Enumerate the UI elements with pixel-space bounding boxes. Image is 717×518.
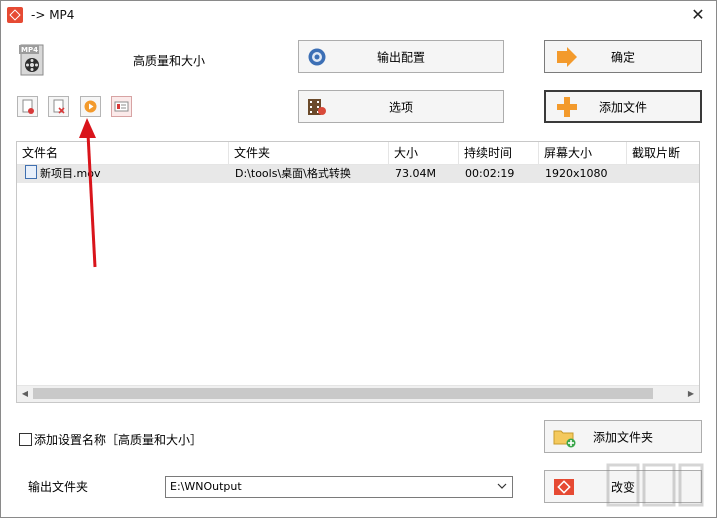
window-title: -> MP4 bbox=[31, 8, 75, 22]
ok-label: 确定 bbox=[610, 50, 635, 64]
chevron-down-icon bbox=[497, 483, 507, 489]
list-header: 文件名 文件夹 大小 持续时间 屏幕大小 截取片断 bbox=[17, 142, 699, 165]
cell-screen-size: 1920x1080 bbox=[545, 167, 608, 180]
app-logo-icon bbox=[7, 7, 23, 23]
clear-list-button[interactable] bbox=[48, 96, 69, 117]
add-file-button[interactable]: 添加文件 bbox=[544, 90, 702, 123]
add-folder-button[interactable]: 添加文件夹 bbox=[544, 420, 702, 453]
watermark-logo-icon bbox=[606, 463, 704, 507]
svg-text:MP4: MP4 bbox=[21, 46, 38, 54]
scroll-right-icon[interactable]: ▶ bbox=[684, 388, 698, 400]
horizontal-scrollbar[interactable]: ◀ ▶ bbox=[17, 385, 699, 402]
options-label: 选项 bbox=[388, 100, 413, 114]
add-file-label: 添加文件 bbox=[598, 100, 647, 114]
document-icon bbox=[25, 165, 37, 179]
column-duration[interactable]: 持续时间 bbox=[459, 142, 539, 164]
options-button[interactable]: 选项 bbox=[298, 90, 504, 123]
add-setting-name-checkbox[interactable] bbox=[19, 433, 32, 446]
converter-window: -> MP4 ✕ MP4 高质量和大小 输出配置 选项 确定 添加文件 文件名 … bbox=[0, 0, 717, 518]
column-screen-size[interactable]: 屏幕大小 bbox=[539, 142, 627, 164]
scroll-thumb[interactable] bbox=[33, 388, 653, 399]
table-row[interactable]: 新项目.mov D:\tools\桌面\格式转换 73.04M 00:02:19… bbox=[17, 165, 699, 183]
add-setting-name-label: 添加设置名称［高质量和大小］ bbox=[34, 433, 203, 447]
column-size[interactable]: 大小 bbox=[389, 142, 459, 164]
cell-size: 73.04M bbox=[395, 167, 436, 180]
filename-text: 新项目.mov bbox=[40, 167, 101, 180]
output-folder-select[interactable]: E:\WNOutput bbox=[165, 476, 513, 498]
title-bar: -> MP4 ✕ bbox=[1, 1, 716, 29]
cell-folder: D:\tools\桌面\格式转换 bbox=[235, 167, 351, 180]
scroll-left-icon[interactable]: ◀ bbox=[18, 388, 32, 400]
remove-file-icon bbox=[22, 99, 34, 114]
media-info-icon bbox=[114, 101, 129, 112]
output-config-button[interactable]: 输出配置 bbox=[298, 40, 504, 73]
play-button[interactable] bbox=[80, 96, 101, 117]
media-info-button[interactable] bbox=[111, 96, 132, 117]
column-filename[interactable]: 文件名 bbox=[17, 142, 229, 164]
add-folder-label: 添加文件夹 bbox=[592, 430, 653, 444]
mp4-film-icon: MP4 bbox=[19, 44, 44, 76]
add-setting-name-option[interactable]: 添加设置名称［高质量和大小］ bbox=[19, 431, 202, 448]
cell-clip bbox=[627, 165, 699, 183]
clear-file-icon bbox=[53, 99, 65, 114]
close-button[interactable]: ✕ bbox=[688, 5, 708, 25]
output-folder-label: 输出文件夹 bbox=[28, 480, 89, 494]
cell-filename: 新项目.mov bbox=[19, 165, 229, 183]
profile-label: 高质量和大小 bbox=[133, 54, 206, 68]
output-folder-value: E:\WNOutput bbox=[170, 480, 242, 493]
file-list[interactable]: 文件名 文件夹 大小 持续时间 屏幕大小 截取片断 新项目.mov D:\too… bbox=[16, 141, 700, 403]
ok-button[interactable]: 确定 bbox=[544, 40, 702, 73]
play-icon bbox=[84, 100, 97, 113]
remove-item-button[interactable] bbox=[17, 96, 38, 117]
column-clip[interactable]: 截取片断 bbox=[627, 142, 699, 164]
output-config-label: 输出配置 bbox=[376, 50, 425, 64]
column-folder[interactable]: 文件夹 bbox=[229, 142, 389, 164]
cell-duration: 00:02:19 bbox=[465, 167, 515, 180]
